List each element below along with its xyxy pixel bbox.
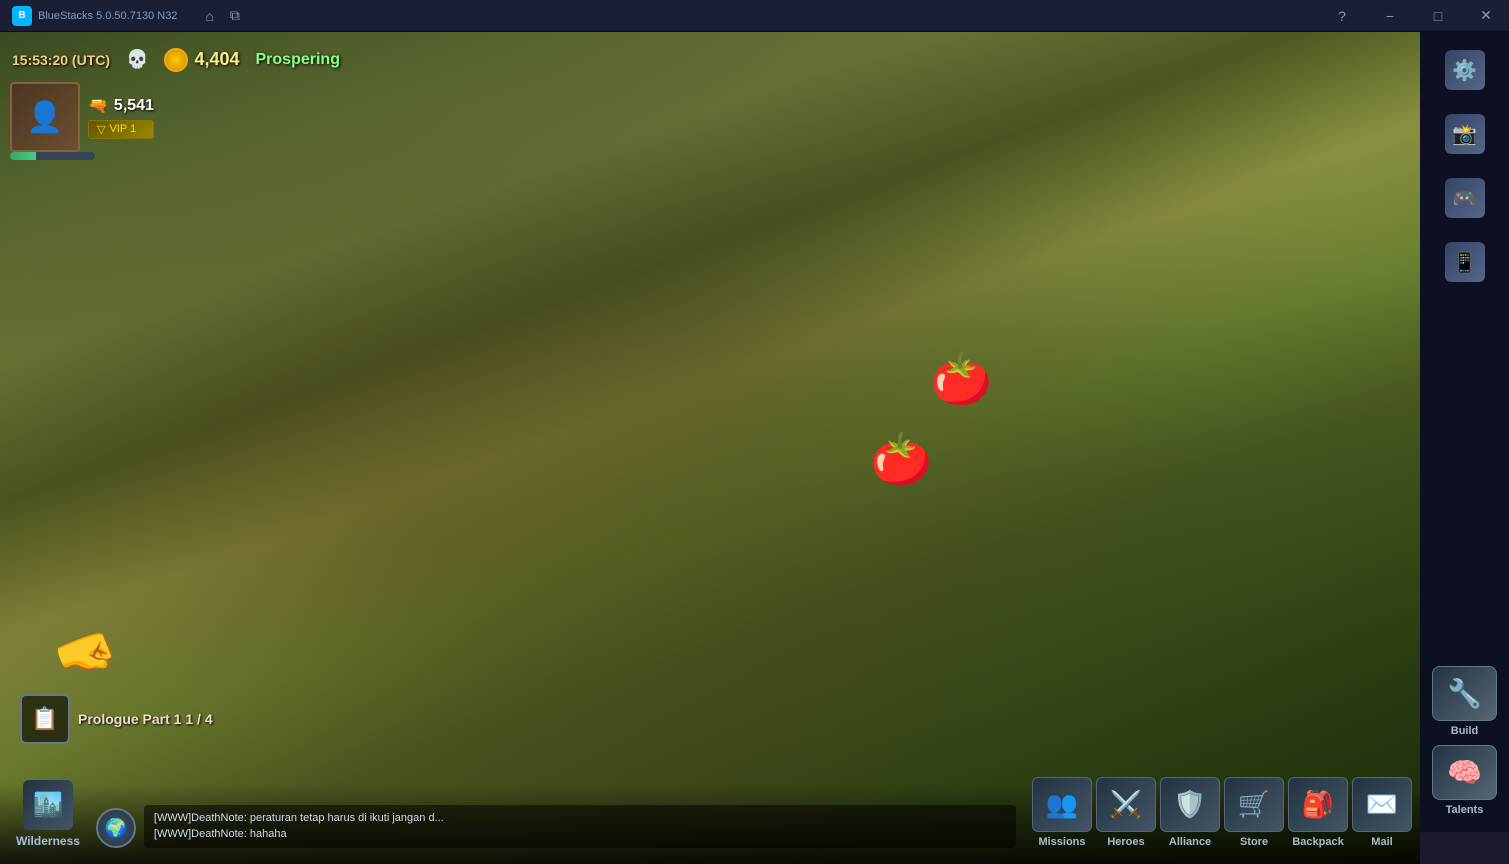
close-button[interactable]: ✕ xyxy=(1463,0,1509,32)
maximize-button[interactable]: □ xyxy=(1415,0,1461,32)
display-icon[interactable]: ⧉ xyxy=(230,7,240,24)
talents-icon: 🧠 xyxy=(1432,745,1497,800)
sidebar-btn-3[interactable]: 🎮 xyxy=(1429,168,1501,228)
bluestacks-logo: B BlueStacks 5.0.50.7130 N32 xyxy=(0,6,189,26)
bluestacks-logo-icon: B xyxy=(12,6,32,26)
sidebar-icon-4: 📱 xyxy=(1445,242,1485,282)
bluestacks-title: BlueStacks 5.0.50.7130 N32 xyxy=(38,10,177,22)
sidebar-right: ⚙️ 📸 🎮 📱 🔧 Build 🧠 Talents xyxy=(1420,32,1509,832)
help-button[interactable]: ? xyxy=(1319,0,1365,32)
sidebar-icon-3: 🎮 xyxy=(1445,178,1485,218)
titlebar-controls: ? − □ ✕ xyxy=(1319,0,1509,32)
build-icon: 🔧 xyxy=(1432,666,1497,721)
tomato-icon-2: 🍅 xyxy=(870,430,932,489)
minimize-button[interactable]: − xyxy=(1367,0,1413,32)
tomato-icon-1: 🍅 xyxy=(930,350,992,409)
bluestacks-titlebar: B BlueStacks 5.0.50.7130 N32 ⌂ ⧉ ? − □ ✕ xyxy=(0,0,1509,32)
sidebar-icon-2: 📸 xyxy=(1445,114,1485,154)
sidebar-icon-1: ⚙️ xyxy=(1445,50,1485,90)
titlebar-icons: ⌂ ⧉ xyxy=(189,7,255,24)
sidebar-btn-4[interactable]: 📱 xyxy=(1429,232,1501,292)
talents-label: Talents xyxy=(1446,804,1484,816)
sidebar-btn-2[interactable]: 📸 xyxy=(1429,104,1501,164)
talents-button[interactable]: 🧠 Talents xyxy=(1432,745,1497,816)
build-label: Build xyxy=(1451,725,1479,737)
game-background xyxy=(0,32,1420,864)
sidebar-btn-1[interactable]: ⚙️ xyxy=(1429,40,1501,100)
build-button[interactable]: 🔧 Build xyxy=(1432,666,1497,737)
home-icon[interactable]: ⌂ xyxy=(205,8,213,24)
